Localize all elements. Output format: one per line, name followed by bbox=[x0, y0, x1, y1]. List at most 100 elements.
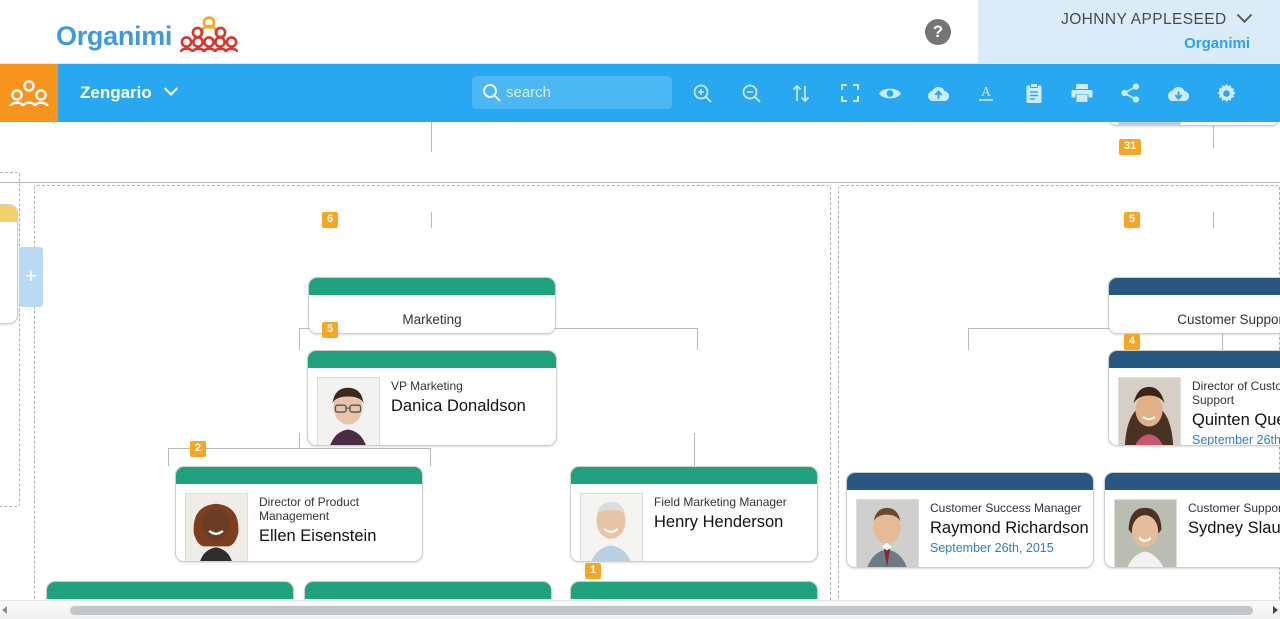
scrollbar-thumb[interactable] bbox=[70, 606, 1253, 615]
sort-icon[interactable] bbox=[776, 64, 825, 122]
avatar bbox=[1118, 377, 1181, 445]
user-menu[interactable]: JOHNNY APPLESEED Organimi bbox=[978, 0, 1280, 64]
node-header bbox=[847, 473, 1093, 490]
add-node-label: + bbox=[24, 265, 38, 288]
node-director-customer-support[interactable]: Director of Customer Support Quinten Que… bbox=[1108, 350, 1280, 446]
node-partial-left[interactable] bbox=[0, 204, 18, 324]
node-header bbox=[571, 467, 817, 484]
node-header bbox=[1109, 278, 1280, 295]
node-vp-marketing[interactable]: VP Marketing Danica Donaldson bbox=[307, 350, 557, 446]
node-telemarketing-rep[interactable]: Telemarketing Rep Inga Issacs bbox=[570, 581, 818, 600]
node-person-name: Quinten Queen bbox=[1192, 411, 1280, 429]
node-role: Director of Customer Support bbox=[1192, 379, 1280, 407]
node-header bbox=[308, 351, 556, 368]
chevron-down-icon bbox=[1236, 7, 1253, 24]
brand-logo[interactable]: Organimi bbox=[56, 16, 240, 57]
gear-icon[interactable] bbox=[1202, 64, 1250, 122]
help-button[interactable]: ? bbox=[925, 19, 951, 45]
avatar bbox=[317, 377, 380, 445]
eye-icon[interactable] bbox=[866, 64, 914, 122]
cloud-download-icon[interactable] bbox=[1154, 64, 1202, 122]
top-header: Organimi ? JOHNNY APPLESEED Organimi bbox=[0, 0, 1280, 64]
connector-line bbox=[968, 328, 969, 350]
node-count-badge-top[interactable]: 31 bbox=[1119, 139, 1142, 155]
node-customer-support-department[interactable]: Customer Support bbox=[1108, 277, 1280, 334]
connector-line bbox=[0, 182, 1280, 183]
question-mark-icon: ? bbox=[932, 22, 944, 41]
node-count-badge[interactable]: 5 bbox=[322, 322, 339, 338]
node-header bbox=[309, 278, 555, 295]
node-person-name: Danica Donaldson bbox=[391, 397, 526, 415]
node-director-product-management[interactable]: Director of Product Management Ellen Eis… bbox=[175, 466, 423, 562]
connector-line bbox=[168, 448, 430, 449]
chart-name-label: Zengario bbox=[80, 83, 152, 102]
add-node-button[interactable]: + bbox=[19, 247, 43, 307]
share-icon[interactable] bbox=[1106, 64, 1154, 122]
node-title: Customer Support bbox=[1177, 312, 1280, 327]
user-name: JOHNNY APPLESEED bbox=[1061, 11, 1227, 28]
node-person-name: Raymond Richardson bbox=[930, 519, 1089, 537]
chevron-down-icon bbox=[163, 81, 178, 96]
node-field-marketing-manager[interactable]: Field Marketing Manager Henry Henderson bbox=[570, 466, 818, 562]
node-person-name: Ellen Eisenstein bbox=[259, 527, 377, 545]
organimi-mark-icon[interactable] bbox=[0, 64, 58, 122]
node-date: September 26th, 2015 bbox=[930, 541, 1054, 555]
node-header bbox=[0, 205, 17, 222]
toolbar-icons-right: A bbox=[866, 64, 1250, 122]
connector-line bbox=[697, 328, 698, 350]
node-count-badge[interactable]: 5 bbox=[1124, 212, 1141, 228]
cloud-upload-icon[interactable] bbox=[914, 64, 962, 122]
connector-line bbox=[431, 122, 432, 152]
node-date: September 26th, 20 bbox=[1192, 433, 1280, 446]
node-header bbox=[47, 582, 293, 599]
avatar bbox=[1114, 499, 1177, 567]
scroll-right-arrow-icon[interactable] bbox=[1273, 606, 1278, 614]
scroll-left-arrow-icon[interactable] bbox=[2, 606, 7, 614]
print-icon[interactable] bbox=[1058, 64, 1106, 122]
zoom-in-icon[interactable] bbox=[678, 64, 727, 122]
chart-selector[interactable]: Zengario bbox=[80, 81, 178, 103]
clipboard-icon[interactable] bbox=[1010, 64, 1058, 122]
connector-line bbox=[299, 433, 300, 448]
search-input[interactable] bbox=[506, 84, 656, 101]
node-person-name: Henry Henderson bbox=[654, 513, 784, 531]
node-title: Marketing bbox=[402, 312, 462, 327]
node-partial-top-right[interactable] bbox=[1108, 122, 1280, 126]
connector-line bbox=[430, 448, 431, 466]
node-header bbox=[305, 582, 551, 599]
user-organization: Organimi bbox=[1184, 35, 1250, 52]
node-header bbox=[571, 582, 817, 599]
node-product-manager-gabrielle[interactable]: Product Manager Gabrielle Grimaldi bbox=[304, 581, 552, 600]
node-count-badge[interactable]: 2 bbox=[190, 441, 207, 457]
avatar bbox=[856, 499, 919, 567]
node-count-badge[interactable]: 4 bbox=[1124, 334, 1141, 350]
search-box[interactable] bbox=[472, 76, 672, 109]
svg-text:A: A bbox=[981, 85, 992, 100]
avatar bbox=[580, 493, 643, 561]
user-menu-row: JOHNNY APPLESEED bbox=[978, 7, 1253, 29]
text-format-icon[interactable]: A bbox=[962, 64, 1010, 122]
node-customer-success-manager[interactable]: Customer Success Manager Raymond Richard… bbox=[846, 472, 1094, 568]
toolbar-icons-left bbox=[678, 64, 874, 122]
node-customer-support-rep[interactable]: Customer Support R Sydney Slaughe bbox=[1104, 472, 1280, 568]
node-role: Customer Support R bbox=[1188, 501, 1280, 515]
node-header bbox=[176, 467, 422, 484]
node-product-manager-frederick[interactable]: Product Manager Frederick Fergeson bbox=[46, 581, 294, 600]
avatar bbox=[185, 493, 248, 561]
node-header bbox=[1105, 473, 1280, 490]
org-chart-canvas[interactable]: + Marketing 6 VP Marketing Danica Donald… bbox=[0, 122, 1280, 600]
node-role: Field Marketing Manager bbox=[654, 495, 787, 509]
node-role: Customer Success Manager bbox=[930, 501, 1082, 515]
search-icon bbox=[482, 83, 501, 107]
node-role: Director of Product Management bbox=[259, 495, 360, 523]
node-marketing-department[interactable]: Marketing bbox=[308, 277, 556, 334]
organimi-people-logo-icon bbox=[179, 16, 240, 57]
connector-line bbox=[299, 328, 300, 350]
horizontal-scrollbar[interactable] bbox=[0, 600, 1280, 619]
node-person-name: Sydney Slaughe bbox=[1188, 519, 1280, 537]
connector-line bbox=[168, 448, 169, 466]
node-role: VP Marketing bbox=[391, 379, 463, 393]
zoom-out-icon[interactable] bbox=[727, 64, 776, 122]
node-count-badge[interactable]: 1 bbox=[585, 563, 602, 579]
node-count-badge[interactable]: 6 bbox=[322, 212, 339, 228]
